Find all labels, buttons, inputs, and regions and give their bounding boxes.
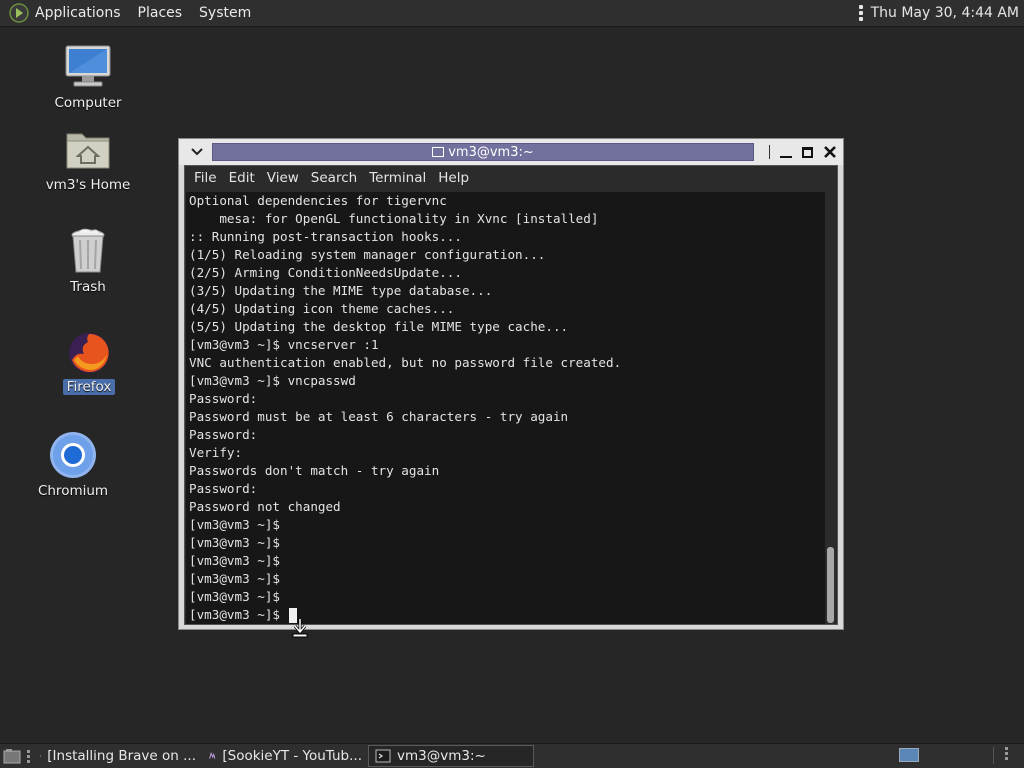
trash-icon bbox=[71, 228, 105, 273]
terminal-icon bbox=[432, 147, 445, 157]
applications-logo-icon[interactable] bbox=[9, 3, 29, 23]
menu-view[interactable]: View bbox=[267, 170, 299, 186]
taskbar-item-brave[interactable]: [Installing Brave on ... bbox=[34, 745, 202, 767]
workspace-switcher[interactable] bbox=[899, 748, 919, 762]
menu-edit[interactable]: Edit bbox=[229, 170, 255, 186]
terminal-prompt-line: [vm3@vm3 ~]$ bbox=[189, 606, 826, 624]
applications-menu[interactable]: Applications bbox=[35, 5, 121, 21]
menu-help[interactable]: Help bbox=[438, 170, 469, 186]
window-titlebar[interactable]: vm3@vm3:~ bbox=[179, 139, 843, 165]
scrollbar-thumb[interactable] bbox=[827, 547, 834, 623]
terminal-output[interactable]: Optional dependencies for tigervnc mesa:… bbox=[186, 192, 826, 624]
desktop-icon-home[interactable]: vm3's Home bbox=[46, 126, 130, 193]
panel-handle-icon[interactable] bbox=[1005, 747, 1008, 760]
chromium-icon bbox=[40, 755, 42, 757]
desktop-icon-label: vm3's Home bbox=[45, 177, 131, 193]
close-button[interactable] bbox=[823, 145, 837, 159]
clock[interactable]: Thu May 30, 4:44 AM bbox=[871, 5, 1019, 21]
minimize-button[interactable] bbox=[780, 156, 792, 158]
desktop-icon-label: Trash bbox=[70, 279, 106, 295]
mouse-cursor-icon bbox=[292, 619, 308, 638]
terminal-line: (2/5) Arming ConditionNeedsUpdate... bbox=[189, 265, 462, 280]
menu-file[interactable]: File bbox=[194, 170, 217, 186]
terminal-line: (5/5) Updating the desktop file MIME typ… bbox=[189, 319, 569, 334]
desktop-icon-firefox[interactable]: Firefox bbox=[56, 330, 122, 395]
terminal-line: Password not changed bbox=[189, 499, 341, 514]
terminal-line: [vm3@vm3 ~]$ bbox=[189, 571, 280, 586]
top-panel: Applications Places System Thu May 30, 4… bbox=[0, 0, 1024, 27]
desktop-icon-computer[interactable]: Computer bbox=[52, 44, 124, 111]
terminal-line: [vm3@vm3 ~]$ vncserver :1 bbox=[189, 337, 379, 352]
desktop-icon-trash[interactable]: Trash bbox=[52, 226, 124, 295]
app-icon bbox=[209, 751, 216, 759]
menu-search[interactable]: Search bbox=[311, 170, 357, 186]
terminal-line: (1/5) Reloading system manager configura… bbox=[189, 247, 546, 262]
terminal-body: File Edit View Search Terminal Help Opti… bbox=[184, 165, 838, 625]
window-title-area[interactable]: vm3@vm3:~ bbox=[212, 143, 754, 161]
menu-terminal[interactable]: Terminal bbox=[369, 170, 426, 186]
terminal-line: Optional dependencies for tigervnc bbox=[189, 193, 447, 208]
titlebar-separator bbox=[769, 145, 770, 159]
chevron-down-icon bbox=[191, 148, 203, 156]
terminal-prompt: [vm3@vm3 ~]$ bbox=[189, 607, 288, 622]
terminal-line: Password: bbox=[189, 391, 258, 406]
home-folder-icon bbox=[66, 133, 110, 169]
terminal-line: VNC authentication enabled, but no passw… bbox=[189, 355, 622, 370]
terminal-line: [vm3@vm3 ~]$ bbox=[189, 589, 280, 604]
taskbar-item-label: [Installing Brave on ... bbox=[47, 748, 196, 764]
desktop-icon-label: Computer bbox=[54, 95, 122, 111]
show-desktop-icon[interactable] bbox=[3, 748, 21, 764]
terminal-line: Passwords don't match - try again bbox=[189, 463, 440, 478]
taskbar-item-label: vm3@vm3:~ bbox=[397, 748, 486, 764]
maximize-button[interactable] bbox=[802, 146, 813, 158]
terminal-line: Verify: bbox=[189, 445, 243, 460]
places-menu[interactable]: Places bbox=[138, 5, 183, 21]
desktop-icon-label: Chromium bbox=[37, 483, 109, 499]
chromium-icon bbox=[50, 432, 96, 478]
taskbar-item-youtube[interactable]: [SookieYT - YouTub... bbox=[202, 745, 368, 767]
terminal-line: [vm3@vm3 ~]$ bbox=[189, 553, 280, 568]
terminal-line: Password: bbox=[189, 481, 258, 496]
taskbar-item-label: [SookieYT - YouTub... bbox=[222, 748, 362, 764]
panel-separator bbox=[993, 747, 994, 764]
terminal-line: [vm3@vm3 ~]$ bbox=[189, 517, 280, 532]
bottom-panel: [Installing Brave on ... [SookieYT - You… bbox=[0, 743, 1024, 768]
desktop-icon-chromium[interactable]: Chromium bbox=[36, 430, 110, 499]
computer-icon bbox=[65, 45, 111, 87]
terminal-line: :: Running post-transaction hooks... bbox=[189, 229, 462, 244]
terminal-line: [vm3@vm3 ~]$ bbox=[189, 535, 280, 550]
terminal-line: mesa: for OpenGL functionality in Xvnc [… bbox=[189, 211, 599, 226]
window-menu-button[interactable] bbox=[185, 143, 209, 161]
taskbar-item-terminal[interactable]: vm3@vm3:~ bbox=[368, 745, 534, 767]
desktop-icon-label: Firefox bbox=[62, 379, 116, 395]
system-menu[interactable]: System bbox=[199, 5, 251, 21]
terminal-line: Password: bbox=[189, 427, 258, 442]
terminal-menubar: File Edit View Search Terminal Help bbox=[185, 166, 837, 190]
terminal-line: [vm3@vm3 ~]$ vncpasswd bbox=[189, 373, 356, 388]
window-title: vm3@vm3:~ bbox=[448, 144, 534, 160]
firefox-icon bbox=[69, 333, 109, 373]
terminal-window: vm3@vm3:~ File Edit View Search Terminal… bbox=[178, 138, 844, 630]
panel-handle-icon[interactable] bbox=[27, 749, 30, 763]
terminal-icon bbox=[375, 749, 391, 763]
terminal-line: (4/5) Updating icon theme caches... bbox=[189, 301, 455, 316]
terminal-line: Password must be at least 6 characters -… bbox=[189, 409, 569, 424]
panel-menu-icon[interactable] bbox=[858, 5, 863, 21]
terminal-line: (3/5) Updating the MIME type database... bbox=[189, 283, 493, 298]
